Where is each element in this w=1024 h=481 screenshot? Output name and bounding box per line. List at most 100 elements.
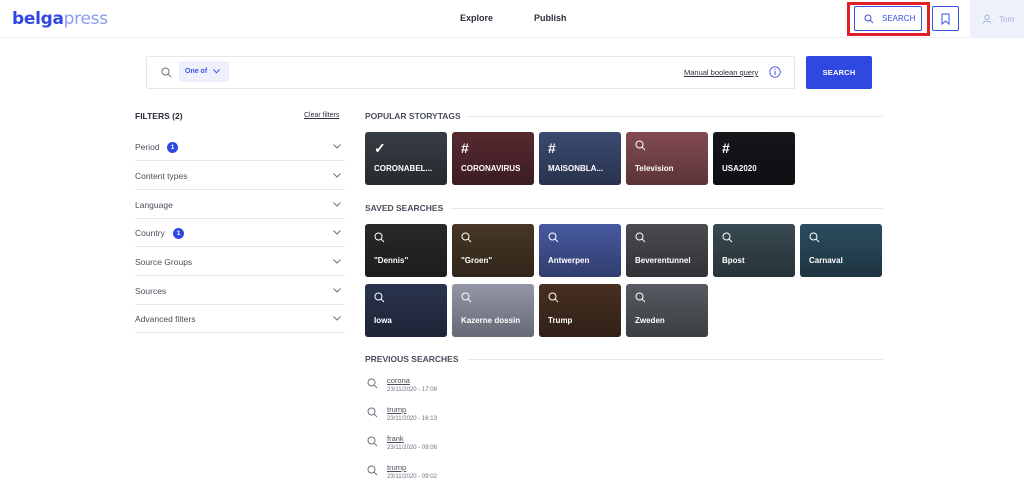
section-divider xyxy=(450,208,883,209)
search-icon xyxy=(367,465,378,476)
header-search-label: SEARCH xyxy=(882,14,916,23)
previous-search-date: 23/11/2020 - 16:13 xyxy=(387,416,437,422)
search-icon xyxy=(367,407,378,418)
logo-part-press: press xyxy=(63,9,108,29)
previous-searches-title: PREVIOUS SEARCHES xyxy=(365,354,459,364)
filter-country[interactable]: Country 1 xyxy=(135,218,345,247)
user-menu[interactable]: Tom xyxy=(970,0,1024,38)
user-name: Tom xyxy=(999,14,1015,24)
chevron-down-icon xyxy=(333,202,341,207)
previous-search-date: 23/11/2020 - 09:06 xyxy=(387,445,437,451)
storytag-tile[interactable]: # MAISONBLA... xyxy=(539,132,621,185)
search-icon xyxy=(722,232,733,243)
saved-search-tile[interactable]: Carnaval xyxy=(800,224,882,277)
tile-label: USA2020 xyxy=(722,164,757,173)
previous-search-query[interactable]: corona xyxy=(387,376,410,385)
chevron-down-icon xyxy=(213,69,221,74)
tile-label: "Dennis" xyxy=(374,256,409,265)
nav-explore[interactable]: Explore xyxy=(460,13,493,23)
filter-label: Content types xyxy=(135,171,188,181)
bookmark-icon xyxy=(941,13,950,25)
filter-label: Sources xyxy=(135,286,167,296)
clear-filters-link[interactable]: Clear filters xyxy=(304,112,339,119)
saved-searches-title: SAVED SEARCHES xyxy=(365,203,444,213)
filter-label: Country xyxy=(135,228,165,238)
search-icon xyxy=(809,232,820,243)
nav-publish[interactable]: Publish xyxy=(534,13,567,23)
tile-label: Iowa xyxy=(374,316,392,325)
search-icon xyxy=(374,232,385,243)
filter-language[interactable]: Language xyxy=(135,190,345,219)
saved-search-tile[interactable]: "Groen" xyxy=(452,224,534,277)
filter-label: Source Groups xyxy=(135,257,193,267)
previous-search-query[interactable]: trump xyxy=(387,463,406,472)
chevron-down-icon xyxy=(333,316,341,321)
saved-search-tile[interactable]: Trump xyxy=(539,284,621,337)
saved-search-tile[interactable]: "Dennis" xyxy=(365,224,447,277)
saved-search-tile[interactable]: Kazerne dossin xyxy=(452,284,534,337)
chevron-down-icon xyxy=(333,288,341,293)
user-icon xyxy=(982,14,992,24)
tile-label: "Groen" xyxy=(461,256,493,265)
tile-label: Bpost xyxy=(722,256,745,265)
filter-label: Period xyxy=(135,142,160,152)
manual-boolean-query-link[interactable]: Manual boolean query xyxy=(684,68,758,77)
saved-search-tile[interactable]: Bpost xyxy=(713,224,795,277)
hash-icon: # xyxy=(722,140,730,156)
popular-storytags-title: POPULAR STORYTAGS xyxy=(365,111,461,121)
storytag-tile[interactable]: # CORONAVIRUS xyxy=(452,132,534,185)
bookmark-button[interactable] xyxy=(932,6,959,31)
previous-search-item[interactable]: corona 23/11/2020 - 17:08 xyxy=(367,376,567,400)
saved-search-tile[interactable]: Iowa xyxy=(365,284,447,337)
previous-search-query[interactable]: trump xyxy=(387,405,406,414)
logo-part-belga: belga xyxy=(12,9,64,29)
saved-search-tile[interactable]: Zweden xyxy=(626,284,708,337)
search-submit-button[interactable]: SEARCH xyxy=(806,56,872,89)
operator-dropdown[interactable]: One of xyxy=(179,61,229,82)
previous-search-date: 23/11/2020 - 17:08 xyxy=(387,387,437,393)
check-icon: ✓ xyxy=(374,140,386,156)
storytag-tile[interactable]: Television xyxy=(626,132,708,185)
header-search-button[interactable]: SEARCH xyxy=(854,6,922,31)
tile-label: Kazerne dossin xyxy=(461,316,521,325)
filter-advanced[interactable]: Advanced filters xyxy=(135,304,345,333)
section-divider xyxy=(466,116,883,117)
filter-source-groups[interactable]: Source Groups xyxy=(135,247,345,276)
saved-search-tile[interactable]: Antwerpen xyxy=(539,224,621,277)
tile-label: Carnaval xyxy=(809,256,843,265)
filter-period[interactable]: Period 1 xyxy=(135,132,345,161)
tile-label: CORONABEL... xyxy=(374,164,433,173)
tile-label: CORONAVIRUS xyxy=(461,164,521,173)
filter-label: Language xyxy=(135,200,173,210)
tile-label: Antwerpen xyxy=(548,256,590,265)
storytag-tile[interactable]: # USA2020 xyxy=(713,132,795,185)
filter-count-badge: 1 xyxy=(173,228,184,239)
chevron-down-icon xyxy=(333,230,341,235)
belgapress-logo[interactable]: belgapress xyxy=(12,9,108,29)
search-icon xyxy=(461,292,472,303)
filter-sources[interactable]: Sources xyxy=(135,276,345,305)
previous-search-item[interactable]: trump 23/11/2020 - 16:13 xyxy=(367,405,567,429)
previous-search-query[interactable]: frank xyxy=(387,434,404,443)
previous-search-item[interactable]: trump 23/11/2020 - 09:02 xyxy=(367,463,567,481)
search-icon xyxy=(548,232,559,243)
search-icon xyxy=(548,292,559,303)
operator-value: One of xyxy=(185,68,208,75)
saved-search-tile[interactable]: Beverentunnel xyxy=(626,224,708,277)
info-icon[interactable] xyxy=(769,66,781,78)
hash-icon: # xyxy=(461,140,469,156)
storytag-tile[interactable]: ✓ CORONABEL... xyxy=(365,132,447,185)
tile-label: Zweden xyxy=(635,316,665,325)
chevron-down-icon xyxy=(333,259,341,264)
filter-content-types[interactable]: Content types xyxy=(135,161,345,190)
tile-label: Trump xyxy=(548,316,573,325)
search-icon xyxy=(461,232,472,243)
filters-title: FILTERS (2) xyxy=(135,111,183,121)
search-icon xyxy=(635,232,646,243)
previous-search-item[interactable]: frank 23/11/2020 - 09:06 xyxy=(367,434,567,458)
chevron-down-icon xyxy=(333,173,341,178)
top-header: belgapress Explore Publish SEARCH Tom xyxy=(0,0,1024,38)
search-icon xyxy=(367,436,378,447)
chevron-down-icon xyxy=(333,144,341,149)
section-divider xyxy=(467,359,883,360)
